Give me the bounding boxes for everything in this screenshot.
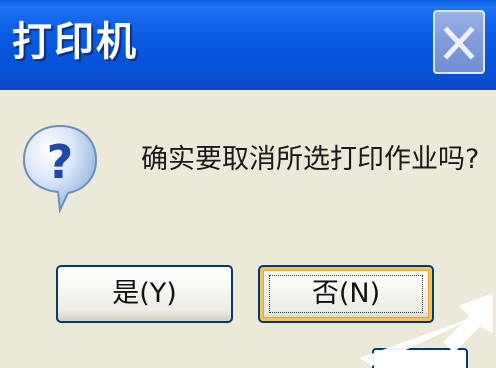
close-icon	[443, 26, 475, 60]
title-bar[interactable]: 打印机	[0, 0, 496, 90]
yes-button-label: 是(Y)	[112, 278, 177, 309]
mouse-pointer-icon	[352, 292, 496, 368]
dialog-message: 确实要取消所选打印作业吗?	[141, 144, 480, 175]
yes-button[interactable]: 是(Y)	[56, 265, 233, 323]
dialog-title: 打印机	[12, 19, 138, 65]
svg-text:?: ?	[47, 135, 74, 189]
close-button[interactable]	[433, 10, 485, 74]
dialog-window: 打印机 ? 确实要取消所选打印作业吗? 是(Y) 否(N)	[0, 0, 496, 368]
question-icon: ?	[20, 120, 100, 220]
